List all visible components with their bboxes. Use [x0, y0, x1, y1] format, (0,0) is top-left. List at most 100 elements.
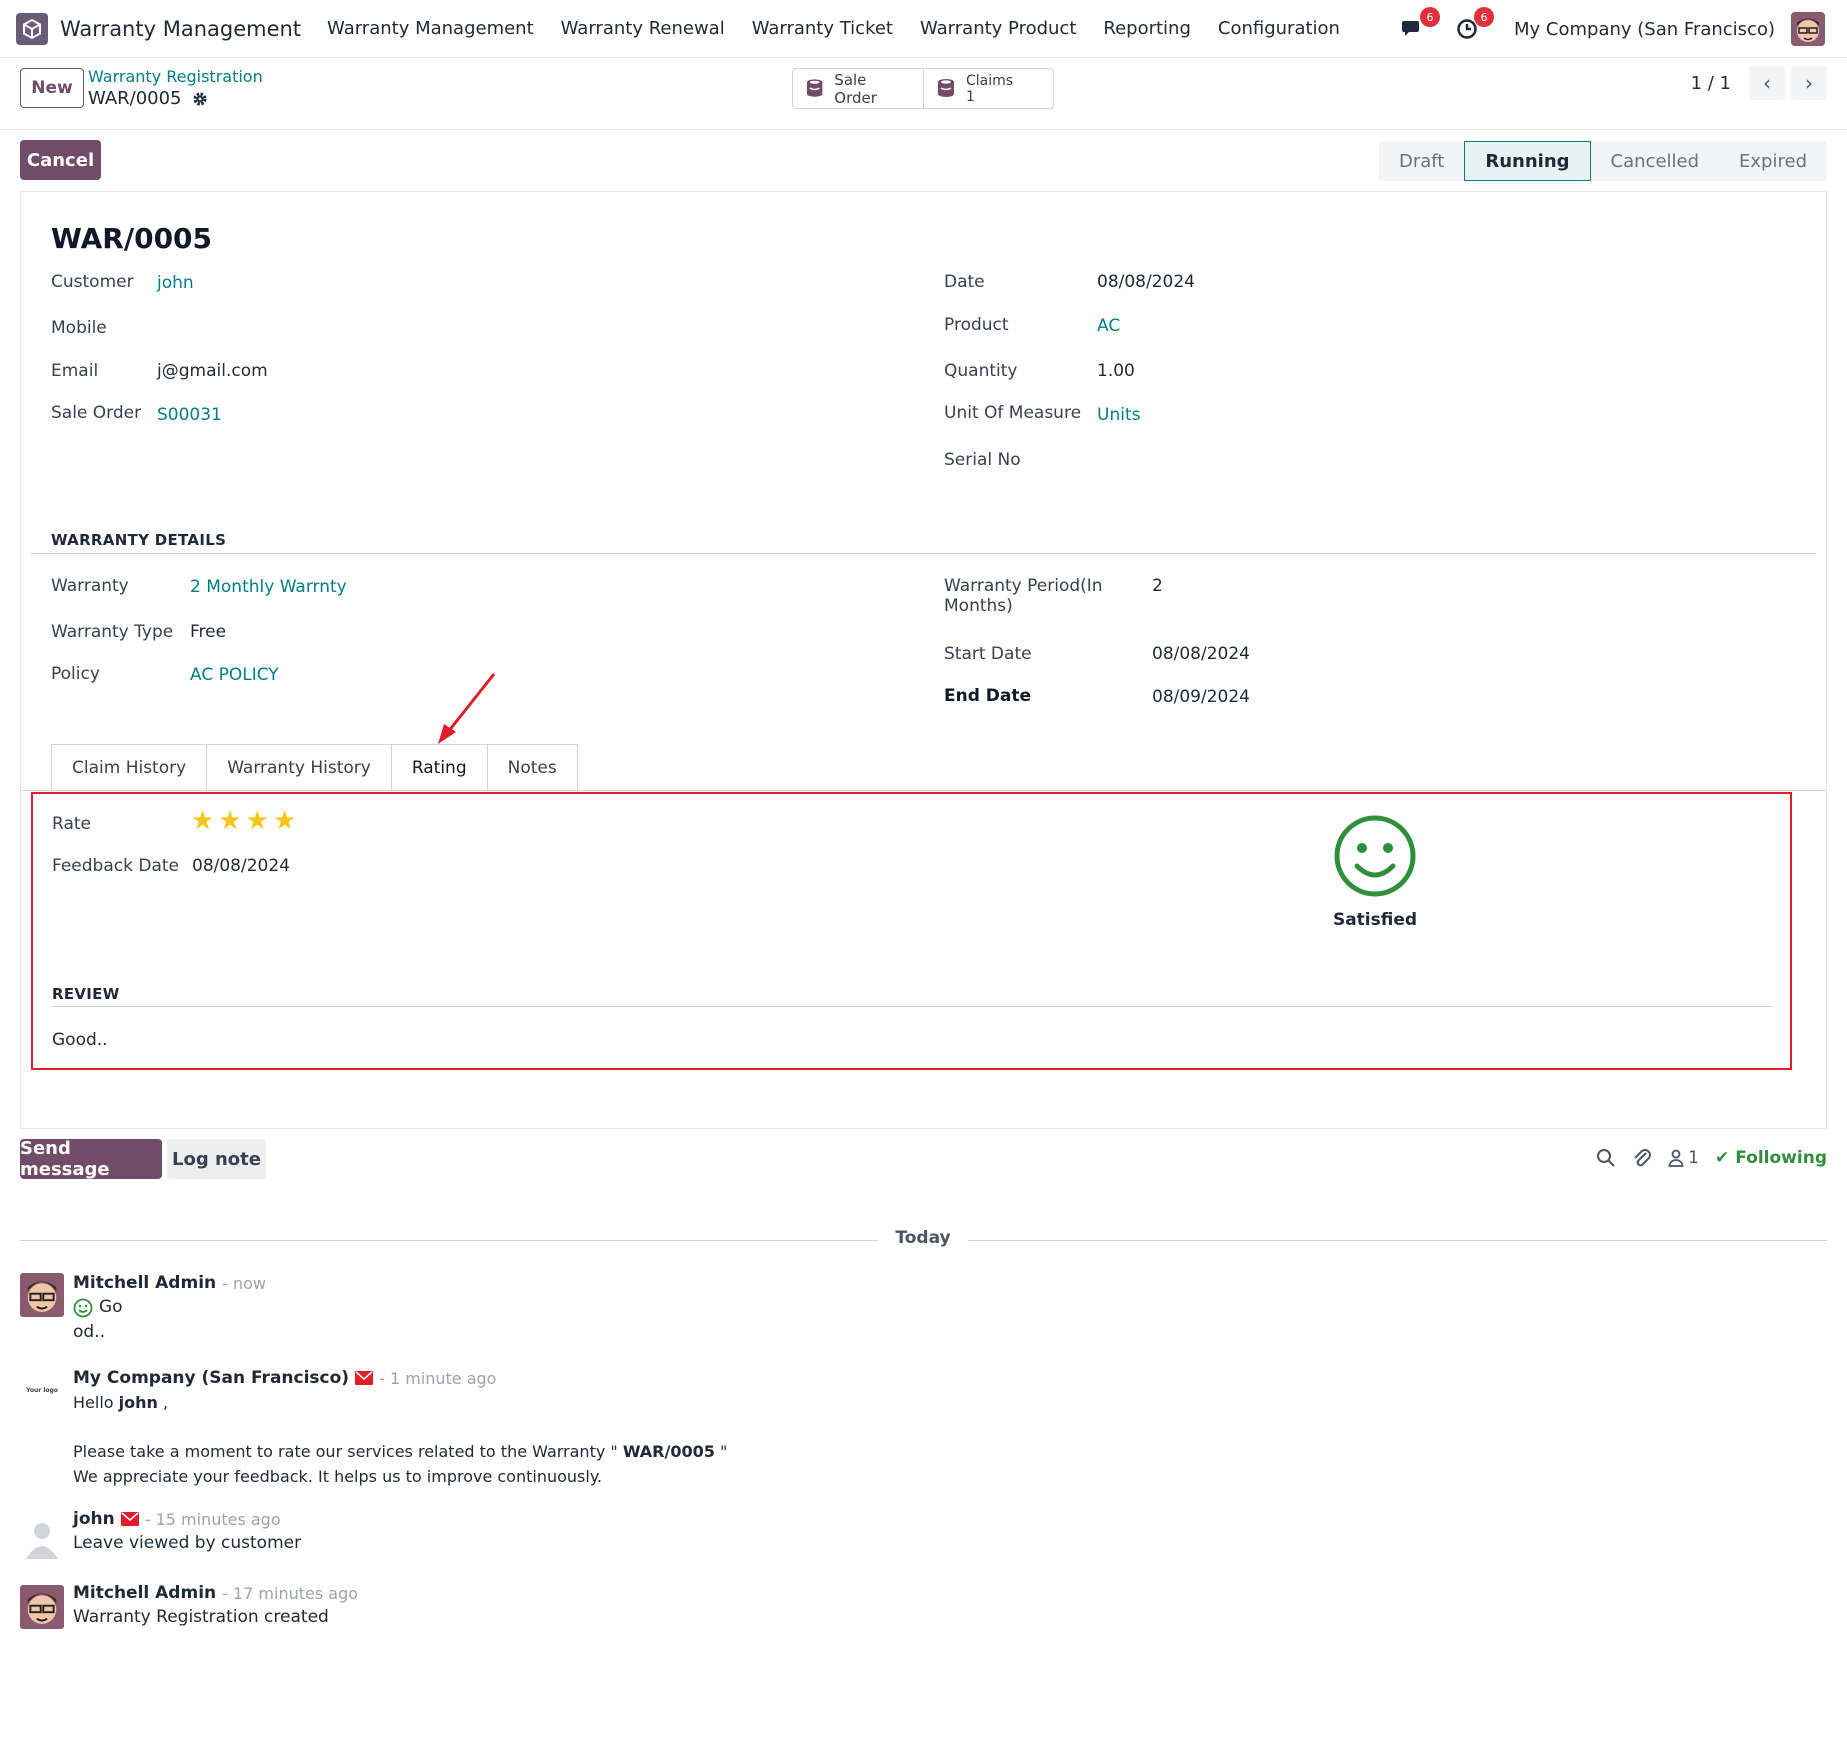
separator-line [20, 1240, 878, 1241]
gear-icon[interactable] [192, 91, 208, 107]
menu-warranty-renewal[interactable]: Warranty Renewal [561, 18, 725, 39]
author-avatar[interactable] [20, 1273, 64, 1317]
search-icon[interactable] [1596, 1148, 1616, 1168]
envelope-icon [355, 1371, 374, 1385]
email-field[interactable]: j@gmail.com [157, 361, 268, 381]
rating-stars[interactable]: ★ ★ ★ ★ [191, 808, 296, 834]
end-date-field[interactable]: 08/09/2024 [1152, 687, 1250, 707]
message-author[interactable]: My Company (San Francisco) [73, 1368, 349, 1388]
message-body-line1: Please take a moment to rate our service… [73, 1439, 1173, 1464]
quantity-label: Quantity [944, 361, 1018, 381]
tab-notes[interactable]: Notes [486, 744, 578, 790]
warranty-type-field[interactable]: Free [190, 622, 226, 642]
status-cancelled[interactable]: Cancelled [1591, 141, 1719, 181]
author-avatar[interactable] [20, 1585, 64, 1629]
feedback-date-field[interactable]: 08/08/2024 [192, 856, 290, 876]
following-label: Following [1735, 1148, 1827, 1168]
chatter-message: Mitchell Admin - now Go od.. [20, 1273, 1220, 1353]
pager-value[interactable]: 1 / 1 [1691, 73, 1731, 94]
star-icon[interactable]: ★ [273, 808, 296, 834]
pager-previous-button[interactable]: ‹ [1749, 66, 1785, 100]
policy-field[interactable]: AC POLICY [190, 665, 279, 685]
customer-field[interactable]: john [157, 273, 194, 293]
paperclip-icon[interactable] [1632, 1147, 1652, 1169]
breadcrumb-parent[interactable]: Warranty Registration [88, 67, 263, 86]
menu-warranty-management[interactable]: Warranty Management [327, 18, 534, 39]
app-name[interactable]: Warranty Management [60, 17, 301, 41]
mobile-field[interactable] [157, 318, 457, 340]
claims-label: Claims [966, 72, 1014, 89]
rating-highlight-box: Rate ★ ★ ★ ★ Feedback Date 08/08/2024 Sa… [31, 792, 1792, 1070]
envelope-icon [120, 1512, 139, 1526]
author-avatar[interactable] [20, 1515, 64, 1559]
message-time: - 17 minutes ago [222, 1583, 359, 1603]
date-field[interactable]: 08/08/2024 [1097, 272, 1195, 292]
chatter-message: Your logo My Company (San Francisco) - 1… [20, 1368, 1220, 1492]
quantity-field[interactable]: 1.00 [1097, 361, 1135, 381]
main-menu: Warranty Management Warranty Renewal War… [327, 18, 1367, 39]
message-time: - 1 minute ago [379, 1368, 497, 1388]
followers-count: 1 [1688, 1148, 1699, 1168]
star-icon[interactable]: ★ [191, 808, 214, 834]
log-note-button[interactable]: Log note [167, 1139, 266, 1179]
rating-mood-label: Satisfied [1332, 910, 1418, 930]
menu-warranty-product[interactable]: Warranty Product [920, 18, 1076, 39]
messages-badge: 6 [1420, 7, 1441, 27]
review-text[interactable]: Good.. [52, 1030, 108, 1050]
sale-order-field[interactable]: S00031 [157, 405, 222, 425]
serial-no-field[interactable] [1097, 450, 1397, 472]
company-switcher[interactable]: My Company (San Francisco) [1514, 19, 1775, 40]
following-button[interactable]: ✔ Following [1715, 1148, 1827, 1168]
menu-warranty-ticket[interactable]: Warranty Ticket [752, 18, 893, 39]
cancel-button[interactable]: Cancel [20, 140, 101, 180]
product-field[interactable]: AC [1097, 316, 1120, 336]
warranty-field[interactable]: 2 Monthly Warrnty [190, 577, 347, 597]
company-logo-avatar[interactable]: Your logo [20, 1368, 64, 1412]
chatter-topbar: Send message Log note 1 ✔ Following [0, 1138, 1847, 1181]
warranty-period-label-line2: Months) [944, 596, 1013, 616]
end-date-label: End Date [944, 686, 1032, 706]
messages-button[interactable]: 6 [1400, 7, 1441, 42]
tab-claim-history[interactable]: Claim History [51, 744, 208, 790]
company-logo-text: Your logo [26, 1386, 58, 1394]
greeting-suffix: , [157, 1393, 169, 1412]
body-suffix: " [714, 1442, 728, 1461]
message-author[interactable]: Mitchell Admin [73, 1273, 216, 1293]
status-expired[interactable]: Expired [1719, 141, 1827, 181]
star-icon[interactable]: ★ [218, 808, 241, 834]
star-icon[interactable]: ★ [246, 808, 269, 834]
policy-label: Policy [51, 664, 100, 684]
sale-order-smart-button[interactable]: Sale Order [793, 69, 923, 108]
review-divider [52, 1006, 1772, 1007]
start-date-label: Start Date [944, 644, 1032, 664]
section-divider [31, 553, 1816, 554]
annotation-arrow-icon [438, 673, 496, 744]
sale-order-label: Sale Order [834, 70, 877, 107]
start-date-field[interactable]: 08/08/2024 [1152, 644, 1250, 664]
send-message-button[interactable]: Send message [20, 1138, 162, 1180]
claims-smart-button[interactable]: Claims 1 [923, 69, 1053, 108]
message-author[interactable]: Mitchell Admin [73, 1583, 216, 1603]
status-draft[interactable]: Draft [1379, 141, 1464, 181]
warranty-period-field[interactable]: 2 [1152, 576, 1163, 596]
activities-button[interactable]: 6 [1454, 7, 1495, 42]
message-text-line1: Warranty Registration created [73, 1607, 329, 1627]
tab-warranty-history[interactable]: Warranty History [206, 744, 392, 790]
app-logo-icon[interactable] [16, 12, 48, 45]
user-icon [1668, 1149, 1684, 1167]
feedback-date-label: Feedback Date [52, 856, 179, 876]
date-separator: Today [0, 1228, 1847, 1252]
warranty-period-label-line1: Warranty Period(In [944, 576, 1103, 596]
uom-field[interactable]: Units [1097, 405, 1140, 425]
menu-configuration[interactable]: Configuration [1218, 18, 1340, 39]
status-running[interactable]: Running [1464, 141, 1591, 181]
new-button[interactable]: New [20, 68, 84, 108]
pager-next-button[interactable]: › [1791, 66, 1827, 100]
tab-rating[interactable]: Rating [390, 744, 488, 790]
followers-button[interactable]: 1 [1668, 1148, 1699, 1168]
message-author[interactable]: john [73, 1509, 115, 1529]
user-avatar[interactable] [1791, 12, 1825, 46]
claims-icon [938, 78, 954, 97]
menu-reporting[interactable]: Reporting [1103, 18, 1191, 39]
form-statusbar: Cancel Draft Running Cancelled Expired [0, 130, 1847, 192]
